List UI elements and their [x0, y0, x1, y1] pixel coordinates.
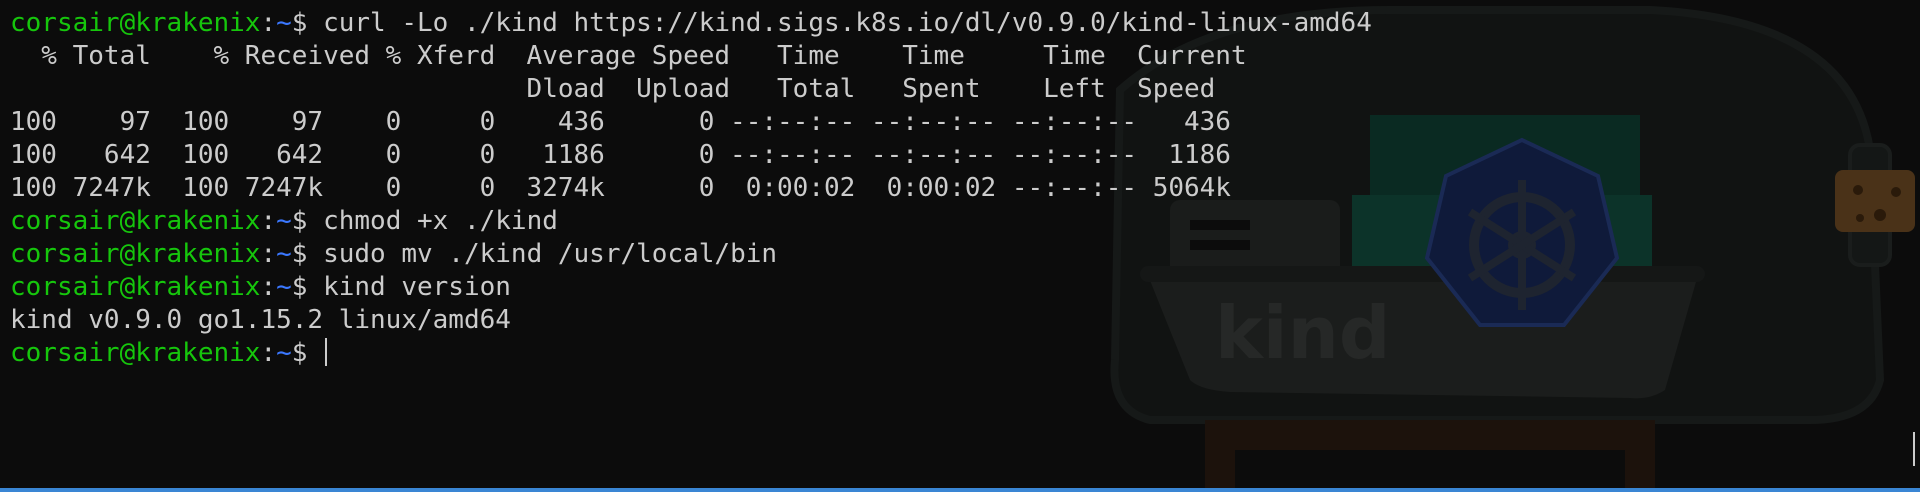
active-prompt-line: corsair@krakenix:~$ — [10, 337, 1372, 370]
prompt-colon: : — [260, 206, 277, 236]
curl-progress-row: 100 7247k 100 7247k 0 0 3274k 0 0:00:02 … — [10, 173, 1231, 203]
command-line: corsair@krakenix:~$ sudo mv ./kind /usr/… — [10, 238, 1372, 271]
prompt-path: ~ — [276, 272, 292, 302]
prompt-user-host: corsair@krakenix — [10, 206, 261, 236]
command-line: corsair@krakenix:~$ curl -Lo ./kind http… — [10, 7, 1372, 40]
prompt-user-host: corsair@krakenix — [10, 338, 261, 368]
prompt-user-host: corsair@krakenix — [10, 239, 261, 269]
prompt-symbol: $ — [291, 272, 308, 302]
prompt-user-host: corsair@krakenix — [10, 272, 261, 302]
terminal-window[interactable]: kind corsair@krakenix:~$ curl -Lo ./kind… — [0, 0, 1920, 492]
scrollbar-thumb[interactable] — [1913, 432, 1915, 466]
prompt-colon: : — [260, 8, 277, 38]
text-cursor[interactable] — [325, 338, 328, 366]
prompt-colon: : — [260, 239, 277, 269]
command-line: corsair@krakenix:~$ chmod +x ./kind — [10, 205, 1372, 238]
command-text: kind version — [323, 272, 511, 302]
prompt-user-host: corsair@krakenix — [10, 8, 261, 38]
curl-progress-row: 100 97 100 97 0 0 436 0 --:--:-- --:--:-… — [10, 107, 1231, 137]
window-bottom-border — [0, 488, 1920, 492]
command-text: sudo mv ./kind /usr/local/bin — [323, 239, 778, 269]
prompt-path: ~ — [276, 206, 292, 236]
terminal-output: corsair@krakenix:~$ curl -Lo ./kind http… — [10, 7, 1372, 370]
prompt-symbol: $ — [291, 338, 308, 368]
curl-progress-row: 100 642 100 642 0 0 1186 0 --:--:-- --:-… — [10, 140, 1231, 170]
prompt-colon: : — [260, 338, 277, 368]
prompt-symbol: $ — [291, 239, 308, 269]
prompt-symbol: $ — [291, 206, 308, 236]
prompt-colon: : — [260, 272, 277, 302]
prompt-path: ~ — [276, 338, 292, 368]
version-output: kind v0.9.0 go1.15.2 linux/amd64 — [10, 305, 511, 335]
prompt-path: ~ — [276, 8, 292, 38]
prompt-symbol: $ — [291, 8, 308, 38]
prompt-path: ~ — [276, 239, 292, 269]
curl-header: Dload Upload Total Spent Left Speed — [10, 74, 1216, 104]
command-text: curl -Lo ./kind https://kind.sigs.k8s.io… — [323, 8, 1372, 38]
curl-header: % Total % Received % Xferd Average Speed… — [10, 41, 1247, 71]
command-line: corsair@krakenix:~$ kind version — [10, 271, 1372, 304]
command-text: chmod +x ./kind — [323, 206, 558, 236]
